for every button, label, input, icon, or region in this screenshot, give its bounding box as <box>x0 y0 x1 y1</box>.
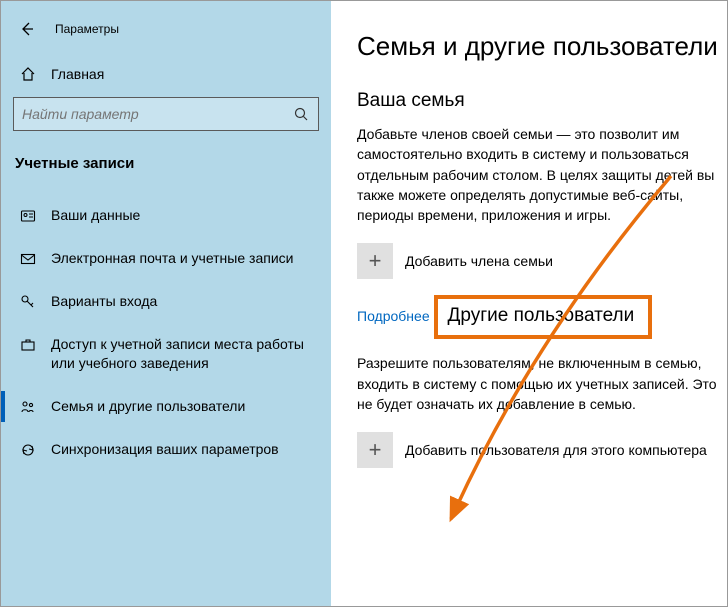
titlebar: Параметры <box>1 9 331 57</box>
others-description: Разрешите пользователям, не включенным в… <box>357 353 727 414</box>
home-label: Главная <box>51 66 104 82</box>
annotation-highlight: Другие пользователи <box>434 295 653 339</box>
main-content: Семья и другие пользователи Ваша семья Д… <box>331 1 727 606</box>
sync-icon <box>19 441 37 459</box>
briefcase-icon <box>19 336 37 354</box>
family-description: Добавьте членов своей семьи — это позвол… <box>357 124 727 225</box>
family-heading: Ваша семья <box>357 90 727 112</box>
sidebar-item-family[interactable]: Семья и другие пользователи <box>1 385 331 428</box>
sidebar-item-label: Семья и другие пользователи <box>51 397 245 416</box>
people-icon <box>19 398 37 416</box>
home-nav[interactable]: Главная <box>1 57 331 97</box>
search-icon <box>292 105 310 123</box>
page-title: Семья и другие пользователи <box>357 31 727 62</box>
id-card-icon <box>19 207 37 225</box>
sidebar-item-sync[interactable]: Синхронизация ваших параметров <box>1 428 331 471</box>
sidebar-item-label: Ваши данные <box>51 206 140 225</box>
sidebar: Параметры Главная Учетные записи Ваши да… <box>1 1 331 606</box>
sidebar-item-your-info[interactable]: Ваши данные <box>1 194 331 237</box>
sidebar-item-label: Синхронизация ваших параметров <box>51 440 279 459</box>
mail-icon <box>19 250 37 268</box>
sidebar-item-label: Электронная почта и учетные записи <box>51 249 293 268</box>
plus-icon: + <box>357 243 393 279</box>
sidebar-item-email[interactable]: Электронная почта и учетные записи <box>1 237 331 280</box>
sidebar-item-label: Доступ к учетной записи места работы или… <box>51 335 319 373</box>
search-box[interactable] <box>13 97 319 131</box>
key-icon <box>19 293 37 311</box>
search-input[interactable] <box>22 106 292 122</box>
add-other-label: Добавить пользователя для этого компьюте… <box>405 442 707 458</box>
sidebar-item-work-access[interactable]: Доступ к учетной записи места работы или… <box>1 323 331 385</box>
back-button[interactable] <box>11 13 43 45</box>
home-icon <box>19 65 37 83</box>
sidebar-item-signin-options[interactable]: Варианты входа <box>1 280 331 323</box>
settings-window: Параметры Главная Учетные записи Ваши да… <box>0 0 728 607</box>
add-other-user-button[interactable]: + Добавить пользователя для этого компью… <box>357 432 727 468</box>
sidebar-item-label: Варианты входа <box>51 292 157 311</box>
category-header: Учетные записи <box>1 147 331 194</box>
add-family-label: Добавить члена семьи <box>405 253 553 269</box>
others-heading: Другие пользователи <box>448 305 635 327</box>
learn-more-link[interactable]: Подробнее <box>357 308 430 324</box>
add-family-member-button[interactable]: + Добавить члена семьи <box>357 243 727 279</box>
window-title: Параметры <box>55 22 119 36</box>
plus-icon: + <box>357 432 393 468</box>
back-arrow-icon <box>19 21 35 37</box>
